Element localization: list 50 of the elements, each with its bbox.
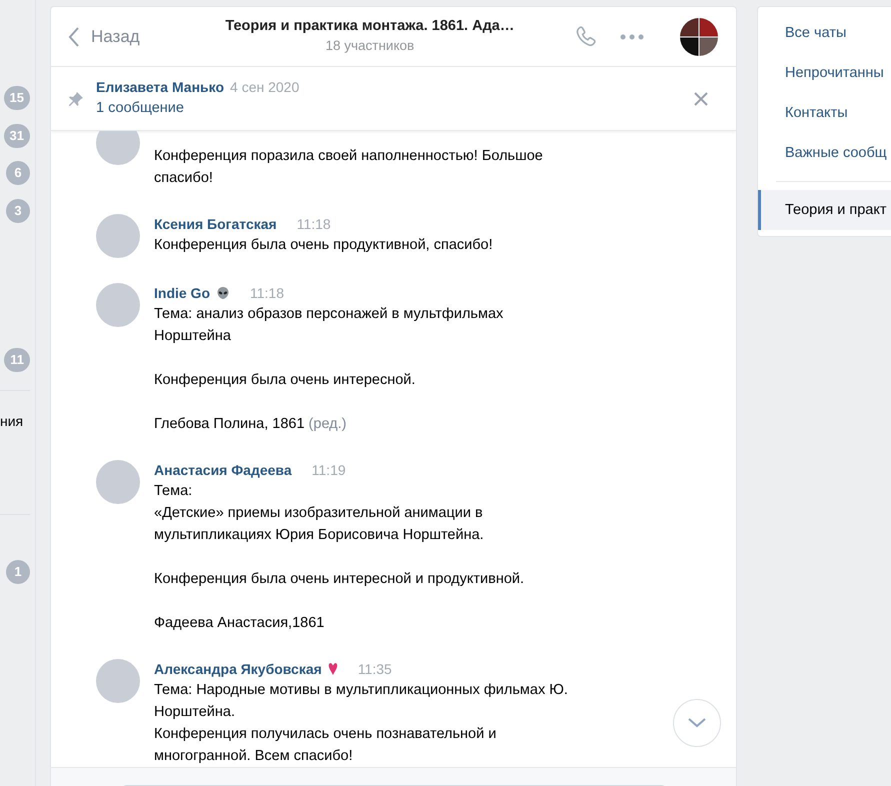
close-icon [694,92,708,106]
avatar-photo[interactable] [96,460,140,504]
pinned-message-link[interactable]: 1 сообщение [96,98,694,120]
message-text: Глебова Полина, 1861 [154,415,305,434]
unread-count-badge: 3 [6,199,30,224]
author-name-link[interactable]: Ксения Богатская [154,214,277,234]
unread-count-badge: 31 [4,124,30,148]
chat-avatar[interactable] [680,18,718,56]
phone-icon[interactable] [574,24,598,48]
menu-item[interactable]: Важные сообщ [758,133,891,173]
author-name-link[interactable]: Анастасия Фадеева [154,460,292,480]
message-time: 11:19 [312,461,346,480]
menu-item[interactable]: Теория и практ [758,190,891,230]
message-text: Тема: «Детские» приемы изобразительной анимации в мультипликациях Юрия Борисовича Норштейна. [154,482,485,545]
avatar-photo[interactable] [96,214,140,258]
message-time: 11:18 [296,215,331,234]
message-text: Конференция была очень интересной и продуктивной. [154,570,524,589]
avatar-photo[interactable] [96,283,140,327]
menu-item[interactable]: Непрочитанны [758,53,891,93]
chevron-left-icon [68,26,80,48]
menu-item[interactable]: Контакты [758,93,891,133]
pin-icon [68,90,84,106]
chat-title: Теория и практика монтажа. 1861. Ада… [224,16,516,36]
message-text: Конференция поразила своей наполненностью! Большое спасибо! [154,147,543,188]
unread-count-badge: 1 [6,560,30,584]
unread-count-badge: 11 [4,348,30,372]
message-text: Фадеева Анастасия,1861 [154,614,324,633]
unread-count-badge: 6 [6,161,30,186]
participants-count: 18 участников [324,36,416,55]
pinned-author-link[interactable]: Елизавета Манько [96,79,224,96]
alien-face-icon [216,286,230,300]
chat-name-text: ния [0,412,24,432]
author-name-link[interactable]: Indie Go [154,283,210,303]
message-text: Конференция была очень интересной. [154,371,416,390]
message-text: Тема: анализ образов персонажей в мультфильмах Норштейна [154,305,504,346]
menu-item[interactable]: Все чаты [758,13,891,53]
avatar-photo[interactable] [96,131,140,165]
heart-icon [328,662,338,676]
pinned-date: 4 сен 2020 [230,79,300,96]
message-time: 11:18 [250,284,284,303]
message-text: Тема: Народные мотивы в мультипликационных фильмах Ю. Норштейна. Конференция получилась очень познавательной и многогранной. Всем спасибо! [154,681,568,766]
author-name-link[interactable]: Александра Якубовская [154,659,322,679]
scroll-down-button[interactable] [673,699,721,747]
message-text: Конференция была очень продуктивной, спасибо! [154,236,493,255]
avatar-photo[interactable] [96,659,140,703]
edited-label: (ред.) [308,416,347,432]
chevron-down-icon [688,718,706,728]
more-icon[interactable] [620,34,644,40]
message-time: 11:35 [358,660,392,679]
unread-count-badge: 15 [4,86,30,110]
